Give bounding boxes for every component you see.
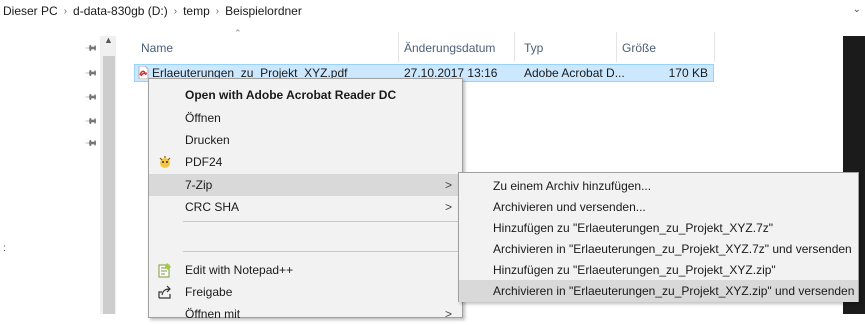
breadcrumb-separator: › xyxy=(173,5,178,17)
submenu-arrow-icon: > xyxy=(444,307,452,321)
column-divider[interactable] xyxy=(616,32,617,62)
notepadpp-icon xyxy=(158,263,171,278)
submenu-item-add-to-7z[interactable]: Hinzufügen zu "Erlaeuterungen_zu_Projekt… xyxy=(459,217,858,239)
menu-item-label: Drucken xyxy=(185,133,230,147)
submenu-item-label: Archivieren und versenden... xyxy=(493,200,646,214)
pin-icon[interactable]: 🖈 xyxy=(81,38,102,59)
submenu-item-archive-zip-send[interactable]: Archivieren in "Erlaeuterungen_zu_Projek… xyxy=(459,280,858,302)
menu-item-print[interactable]: Drucken xyxy=(149,129,462,151)
pin-icon[interactable]: 🖈 xyxy=(81,63,102,84)
breadcrumb-separator: › xyxy=(63,5,68,17)
submenu-arrow-icon: > xyxy=(444,178,452,192)
menu-item-label: Edit with Notepad++ xyxy=(185,263,294,277)
chevron-down-icon[interactable]: ⌄ xyxy=(853,4,861,15)
menu-item-share[interactable]: Freigabe xyxy=(149,281,462,303)
nav-scrollbar-thumb[interactable] xyxy=(103,56,115,314)
menu-item-open-with[interactable]: Öffnen mit > xyxy=(149,303,462,325)
menu-item-7zip[interactable]: 7-Zip > xyxy=(149,174,462,196)
menu-item-label: Freigabe xyxy=(185,285,233,299)
menu-item-label: Öffnen xyxy=(185,111,221,125)
menu-separator xyxy=(183,221,459,222)
menu-item-open[interactable]: Öffnen xyxy=(149,107,462,129)
menu-item-label: Öffnen mit xyxy=(185,307,241,321)
pin-icon[interactable]: 🖈 xyxy=(81,133,102,154)
column-divider[interactable] xyxy=(714,32,715,62)
breadcrumb: Dieser PC › d-data-830gb (D:) › temp › B… xyxy=(0,0,865,22)
submenu-item-archive-and-send[interactable]: Archivieren und versenden... xyxy=(459,196,858,218)
file-size: 170 KB xyxy=(668,66,708,80)
nav-item-fragment: : xyxy=(3,243,6,254)
submenu-item-label: Hinzufügen zu "Erlaeuterungen_zu_Projekt… xyxy=(493,263,776,277)
column-header-size[interactable]: Größe xyxy=(622,38,656,58)
submenu-item-add-to-zip[interactable]: Hinzufügen zu "Erlaeuterungen_zu_Projekt… xyxy=(459,259,858,281)
submenu-arrow-icon: > xyxy=(444,200,452,214)
breadcrumb-separator: › xyxy=(215,5,220,17)
file-type: Adobe Acrobat D... xyxy=(524,66,625,80)
menu-item-edit-notepadpp[interactable]: Edit with Notepad++ xyxy=(149,259,462,281)
scroll-up-arrow-icon[interactable]: ▲ xyxy=(104,35,113,45)
menu-item-crc-sha[interactable]: CRC SHA > xyxy=(149,196,462,218)
menu-item-label: Open with Adobe Acrobat Reader DC xyxy=(185,88,397,102)
column-header-date[interactable]: Änderungsdatum xyxy=(404,38,495,58)
breadcrumb-drive[interactable]: d-data-830gb (D:) xyxy=(70,4,171,18)
menu-item-pdf24[interactable]: PDF24 xyxy=(149,151,462,173)
menu-item-open-acrobat[interactable]: Open with Adobe Acrobat Reader DC xyxy=(149,84,462,106)
sort-ascending-icon: ⌃ xyxy=(234,28,242,38)
submenu-7zip: Zu einem Archiv hinzufügen... Archiviere… xyxy=(458,172,859,302)
menu-item-label: PDF24 xyxy=(185,155,223,169)
submenu-item-label: Archivieren in "Erlaeuterungen_zu_Projek… xyxy=(493,284,855,298)
menu-separator xyxy=(183,251,459,252)
menu-item-label: 7-Zip xyxy=(185,178,213,192)
breadcrumb-current-folder[interactable]: Beispielordner xyxy=(222,4,305,18)
menu-item-label: CRC SHA xyxy=(185,200,240,214)
pin-icon[interactable]: 🖈 xyxy=(81,111,102,132)
column-header-name[interactable]: Name xyxy=(141,38,173,58)
column-header-type[interactable]: Typ xyxy=(524,38,543,58)
breadcrumb-this-pc[interactable]: Dieser PC xyxy=(0,4,61,18)
context-menu: Open with Adobe Acrobat Reader DC Öffnen… xyxy=(148,78,463,321)
breadcrumb-temp[interactable]: temp xyxy=(180,4,213,18)
pdf24-icon xyxy=(159,156,171,168)
share-icon xyxy=(158,285,171,299)
submenu-item-label: Archivieren in "Erlaeuterungen_zu_Projek… xyxy=(493,242,852,256)
pin-icon[interactable]: 🖈 xyxy=(81,87,102,108)
submenu-item-archive-7z-send[interactable]: Archivieren in "Erlaeuterungen_zu_Projek… xyxy=(459,238,858,260)
submenu-item-label: Zu einem Archiv hinzufügen... xyxy=(493,179,652,193)
submenu-item-add-to-archive[interactable]: Zu einem Archiv hinzufügen... xyxy=(459,175,858,197)
column-divider[interactable] xyxy=(514,32,515,62)
submenu-item-label: Hinzufügen zu "Erlaeuterungen_zu_Projekt… xyxy=(493,221,774,235)
column-divider[interactable] xyxy=(398,32,399,62)
